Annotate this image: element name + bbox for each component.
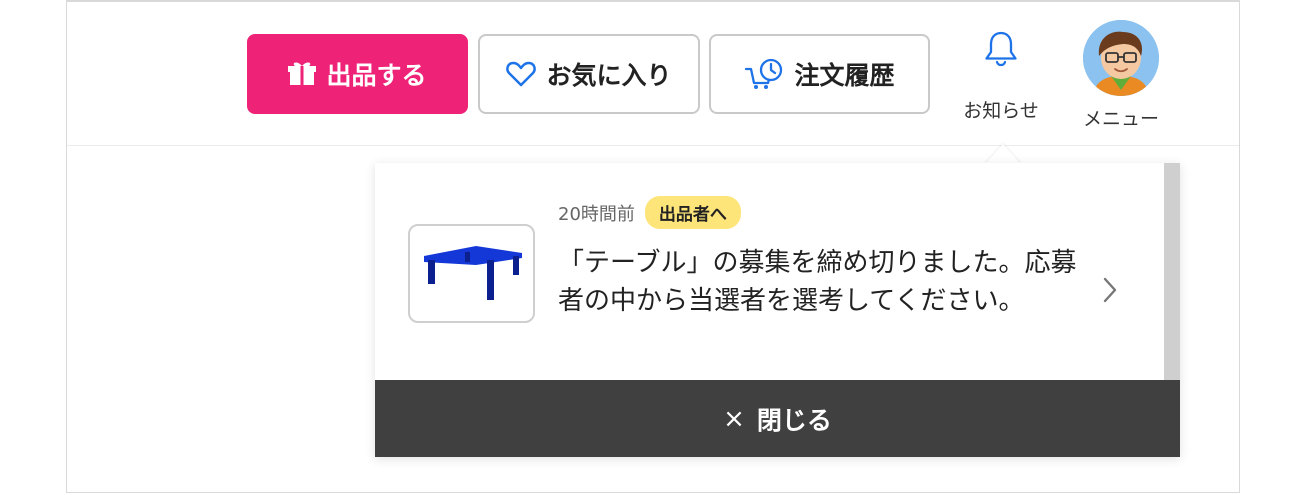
- notification-time: 20時間前: [558, 203, 635, 225]
- sell-button[interactable]: 出品する: [247, 34, 468, 114]
- seller-badge: 出品者へ: [644, 196, 741, 229]
- cart-history-icon: [744, 57, 784, 91]
- chevron-right-icon: [1102, 276, 1118, 308]
- notification-message: 「テーブル」の募集を締め切りました。応募者の中から当選者を選考してください。: [558, 248, 1077, 316]
- bell-icon: [983, 30, 1019, 74]
- notification-item[interactable]: 20時間前 出品者へ 「テーブル」の募集を締め切りました。応募者の中から当選者を…: [375, 163, 1164, 380]
- menu-nav[interactable]: メニュー: [1075, 20, 1167, 131]
- heart-icon: [506, 61, 537, 87]
- avatar: [1083, 20, 1159, 96]
- table-thumbnail: [408, 224, 535, 323]
- close-button[interactable]: × 閉じる: [375, 380, 1180, 457]
- menu-label: メニュー: [1082, 108, 1159, 130]
- notification-popover: 20時間前 出品者へ 「テーブル」の募集を締め切りました。応募者の中から当選者を…: [375, 163, 1180, 457]
- notifications-nav[interactable]: お知らせ: [955, 30, 1047, 123]
- gift-box-icon: [288, 61, 317, 87]
- close-icon: ×: [723, 403, 745, 434]
- order-history-button[interactable]: 注文履歴: [709, 34, 930, 114]
- notification-meta: 20時間前 出品者へ: [558, 196, 741, 229]
- sell-button-label: 出品する: [326, 61, 427, 90]
- notifications-label: お知らせ: [963, 100, 1039, 122]
- close-label: 閉じる: [756, 405, 832, 435]
- favorites-button-label: お気に入り: [546, 61, 672, 90]
- popover-scrollbar[interactable]: [1164, 163, 1180, 380]
- order-history-button-label: 注文履歴: [794, 61, 895, 90]
- popover-caret: [985, 144, 1021, 164]
- header-divider: [67, 145, 1239, 146]
- favorites-button[interactable]: お気に入り: [478, 34, 700, 114]
